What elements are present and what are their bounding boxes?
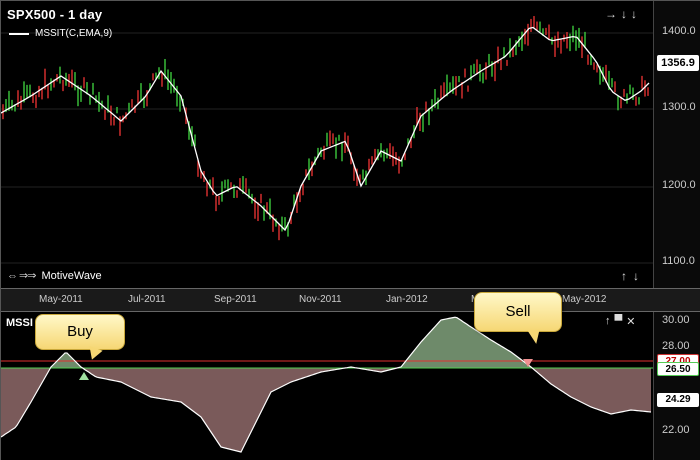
scroll-arrows-icon[interactable]: ⇔ ⇒⇒	[7, 269, 36, 282]
expand-down-icon[interactable]: ↓	[631, 7, 637, 21]
zoom-down-icon[interactable]: ↓	[633, 269, 639, 283]
buy-signal-icon	[79, 372, 89, 380]
indicator-nav: ↑ ▀ ✕	[605, 315, 636, 328]
maximize-icon[interactable]: ▀	[615, 315, 623, 328]
brand-label: MotiveWave	[41, 269, 102, 282]
move-up-icon[interactable]: ↑	[605, 315, 611, 328]
price-chart-panel[interactable]: 1400.0 1300.0 1200.0 1100.0 1356.9 SPX50…	[1, 1, 700, 288]
scroll-down-icon[interactable]: ↓	[621, 7, 627, 21]
sell-callout-tail	[527, 329, 543, 345]
brand-watermark: ⇔ ⇒⇒ MotiveWave	[7, 269, 102, 283]
indicator-title: MSSI	[6, 317, 33, 329]
price-axis: 1400.0 1300.0 1200.0 1100.0	[653, 1, 700, 288]
sell-callout: Sell	[474, 292, 562, 332]
app-window: 1400.0 1300.0 1200.0 1100.0 1356.9 SPX50…	[0, 0, 700, 460]
zoom-nav: ↑ ↓	[621, 269, 639, 283]
indicator-tick: 28.00	[662, 340, 690, 352]
price-tick: 1100.0	[662, 255, 695, 267]
legend-label: MSSIT(C,EMA,9)	[35, 28, 113, 39]
close-icon[interactable]: ✕	[626, 315, 635, 328]
price-tick: 1400.0	[662, 25, 696, 37]
indicator-value-tag: 24.29	[657, 393, 699, 407]
current-price-label: 1356.9	[657, 55, 699, 71]
price-plot[interactable]	[1, 1, 653, 288]
time-axis[interactable]: May-2011 Jul-2011 Sep-2011 Nov-2011 Jan-…	[1, 288, 700, 312]
scroll-right-icon[interactable]: →	[605, 7, 617, 21]
time-tick: Jan-2012	[386, 294, 428, 305]
negative-area	[1, 368, 651, 452]
buy-callout: Buy	[35, 314, 125, 350]
legend-line-swatch	[9, 32, 29, 35]
indicator-tick: 30.00	[662, 314, 690, 326]
indicator-axis: 30.00 28.00 26.00 22.00	[653, 312, 700, 460]
chart-title: SPX500 - 1 day	[7, 7, 103, 22]
time-tick: Sep-2011	[214, 294, 257, 305]
price-tick: 1300.0	[662, 101, 696, 113]
study-line	[1, 26, 650, 232]
study-legend[interactable]: MSSIT(C,EMA,9)	[9, 28, 112, 39]
time-tick: Jul-2011	[128, 294, 166, 305]
panel-nav: → ↓ ↓	[605, 7, 637, 21]
lower-threshold-tag: 26.50	[657, 362, 699, 376]
indicator-tick: 22.00	[662, 424, 690, 436]
time-tick: Nov-2011	[299, 294, 342, 305]
price-tick: 1200.0	[662, 179, 696, 191]
time-tick: May-2011	[39, 294, 83, 305]
zoom-up-icon[interactable]: ↑	[621, 269, 627, 283]
time-tick: May-2012	[562, 294, 607, 305]
